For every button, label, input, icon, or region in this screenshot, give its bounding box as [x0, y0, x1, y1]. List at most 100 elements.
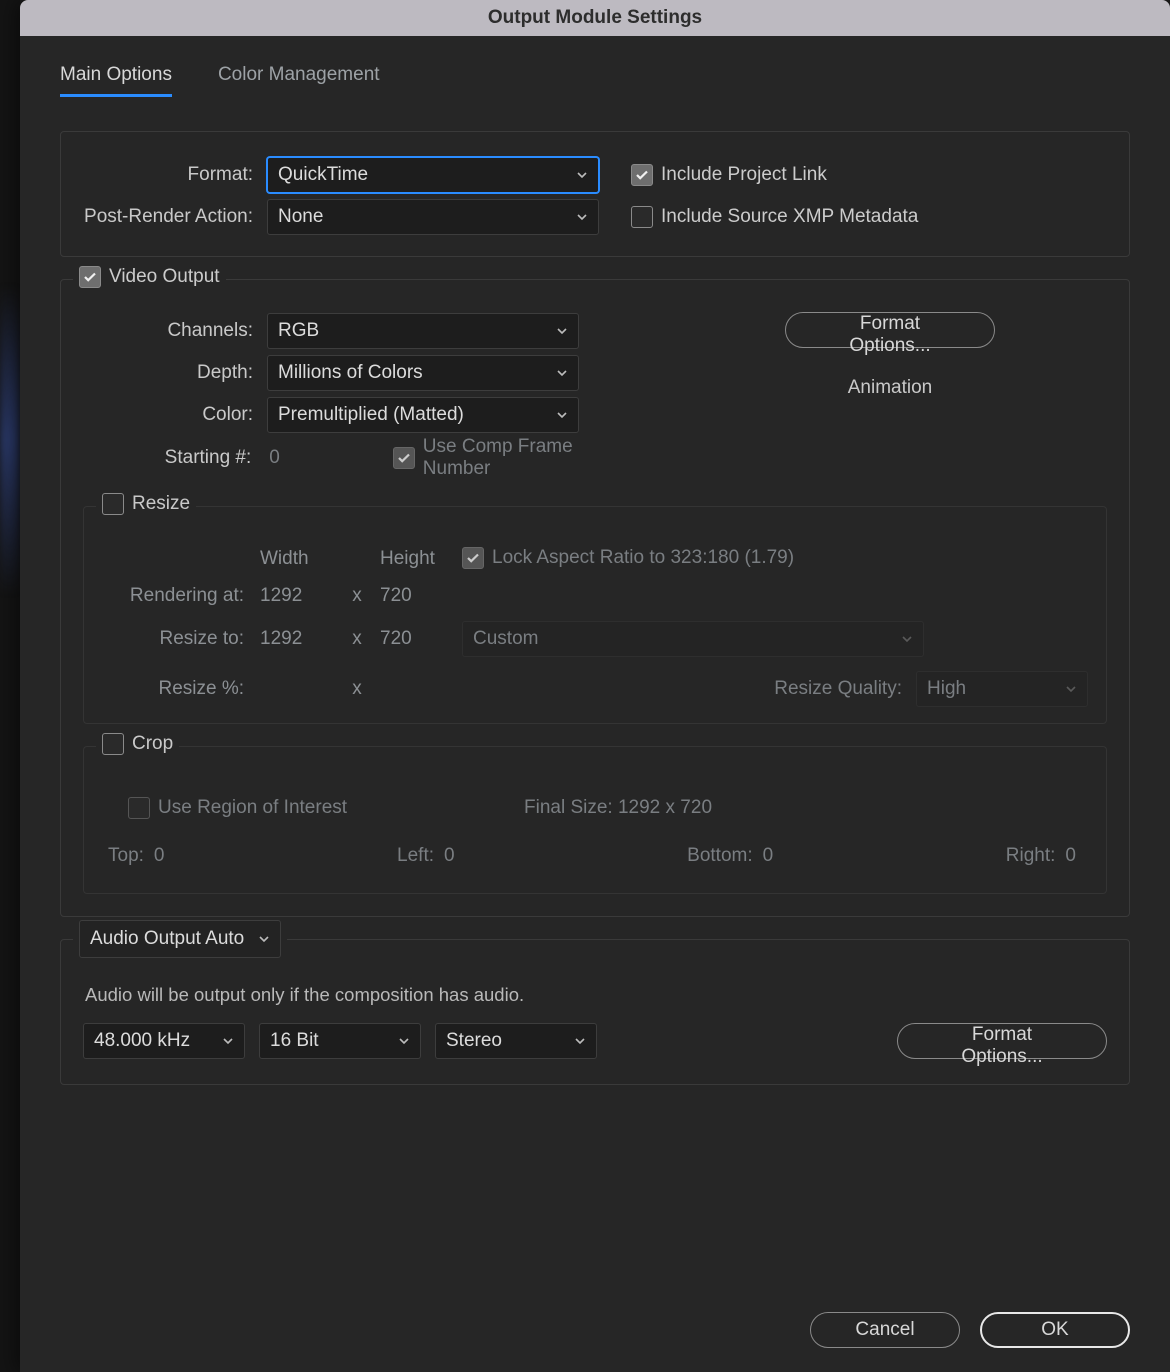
include-project-link-checkbox[interactable]: Include Project Link [631, 164, 827, 186]
crop-legend: Crop [96, 733, 179, 755]
post-render-select[interactable]: None [267, 199, 599, 235]
x-separator: x [342, 628, 372, 650]
chevron-down-icon [576, 211, 588, 223]
audio-bits-select[interactable]: 16 Bit [259, 1023, 421, 1059]
checkbox-off-icon [631, 206, 653, 228]
post-render-label: Post-Render Action: [83, 206, 253, 228]
roi-label: Use Region of Interest [158, 797, 347, 819]
background-strip [0, 0, 20, 1372]
checkbox-off-icon [102, 733, 124, 755]
include-xmp-label: Include Source XMP Metadata [661, 206, 918, 228]
chevron-down-icon [222, 1035, 234, 1047]
depth-select[interactable]: Millions of Colors [267, 355, 579, 391]
checkbox-off-icon [128, 797, 150, 819]
use-comp-frame-checkbox: Use Comp Frame Number [393, 436, 643, 480]
resize-quality-select: High [916, 671, 1088, 707]
channels-label: Channels: [83, 320, 253, 342]
checkbox-off-icon [102, 493, 124, 515]
chevron-down-icon [398, 1035, 410, 1047]
resize-preset-select: Custom [462, 621, 924, 657]
checkbox-on-icon [79, 266, 101, 288]
format-panel: Format: QuickTime Include Project Link P… [60, 131, 1130, 257]
chevron-down-icon [556, 409, 568, 421]
depth-label: Depth: [83, 362, 253, 384]
tab-color-management[interactable]: Color Management [218, 64, 380, 97]
video-output-legend: Video Output [73, 266, 226, 288]
x-separator: x [342, 585, 372, 607]
audio-channels-select[interactable]: Stereo [435, 1023, 597, 1059]
window-title: Output Module Settings [20, 0, 1170, 36]
checkbox-on-icon [631, 164, 653, 186]
video-output-label: Video Output [109, 266, 220, 288]
audio-rate-select[interactable]: 48.000 kHz [83, 1023, 245, 1059]
chevron-down-icon [1065, 683, 1077, 695]
roi-checkbox: Use Region of Interest [128, 797, 347, 819]
cancel-button[interactable]: Cancel [810, 1312, 960, 1348]
chevron-down-icon [556, 325, 568, 337]
format-value: QuickTime [278, 164, 368, 186]
crop-bottom-label: Bottom: [687, 845, 752, 867]
channels-select[interactable]: RGB [267, 313, 579, 349]
resize-pct-label: Resize %: [102, 678, 252, 700]
resize-panel: Resize Width Height Lock Aspect Ratio to… [83, 506, 1107, 724]
final-size-label: Final Size: 1292 x 720 [524, 797, 712, 819]
format-select[interactable]: QuickTime [267, 157, 599, 193]
color-select[interactable]: Premultiplied (Matted) [267, 397, 579, 433]
resize-label: Resize [132, 493, 190, 515]
height-header: Height [372, 548, 462, 570]
color-value: Premultiplied (Matted) [278, 404, 464, 426]
crop-top-value: 0 [154, 845, 165, 867]
lock-aspect-checkbox: Lock Aspect Ratio to 323:180 (1.79) [462, 547, 794, 569]
crop-left-label: Left: [397, 845, 434, 867]
starting-number-label: Starting #: [83, 447, 251, 469]
audio-channels-value: Stereo [446, 1030, 502, 1052]
video-output-checkbox[interactable]: Video Output [79, 266, 220, 288]
checkbox-on-icon [393, 447, 415, 469]
audio-format-options-button[interactable]: Format Options... [897, 1023, 1107, 1059]
crop-checkbox[interactable]: Crop [102, 733, 173, 755]
chevron-down-icon [574, 1035, 586, 1047]
post-render-value: None [278, 206, 323, 228]
audio-output-mode-select[interactable]: Audio Output Auto [79, 920, 281, 958]
dialog-footer: Cancel OK [810, 1312, 1130, 1348]
crop-left-value: 0 [444, 845, 455, 867]
include-project-link-label: Include Project Link [661, 164, 827, 186]
chevron-down-icon [556, 367, 568, 379]
codec-name: Animation [673, 377, 1107, 399]
crop-panel: Crop Use Region of Interest Final Size: … [83, 746, 1107, 894]
crop-bottom-value: 0 [763, 845, 774, 867]
width-header: Width [252, 548, 342, 570]
checkbox-on-icon [462, 547, 484, 569]
audio-bits-value: 16 Bit [270, 1030, 319, 1052]
resize-legend: Resize [96, 493, 196, 515]
audio-legend: Audio Output Auto [73, 920, 287, 958]
chevron-down-icon [576, 169, 588, 181]
x-separator: x [342, 678, 372, 700]
starting-number-value: 0 [265, 447, 319, 469]
resize-checkbox[interactable]: Resize [102, 493, 190, 515]
rendering-height: 720 [372, 585, 462, 607]
audio-rate-value: 48.000 kHz [94, 1030, 190, 1052]
tabs: Main Options Color Management [60, 64, 1130, 97]
include-xmp-checkbox[interactable]: Include Source XMP Metadata [631, 206, 918, 228]
resize-preset-value: Custom [473, 628, 538, 650]
resize-quality-value: High [927, 678, 966, 700]
chevron-down-icon [901, 633, 913, 645]
audio-note: Audio will be output only if the composi… [85, 984, 1107, 1006]
lock-aspect-label: Lock Aspect Ratio to 323:180 (1.79) [492, 547, 794, 569]
dialog-content: Main Options Color Management Format: Qu… [20, 36, 1170, 1085]
resize-to-label: Resize to: [102, 628, 252, 650]
channels-value: RGB [278, 320, 319, 342]
depth-value: Millions of Colors [278, 362, 423, 384]
tab-main-options[interactable]: Main Options [60, 64, 172, 97]
resize-to-height: 720 [372, 628, 462, 650]
audio-panel: Audio Output Auto Audio will be output o… [60, 939, 1130, 1085]
crop-label: Crop [132, 733, 173, 755]
crop-top-label: Top: [108, 845, 144, 867]
rendering-width: 1292 [252, 585, 342, 607]
format-label: Format: [83, 164, 253, 186]
ok-button[interactable]: OK [980, 1312, 1130, 1348]
video-format-options-button[interactable]: Format Options... [785, 312, 995, 348]
crop-right-label: Right: [1006, 845, 1056, 867]
rendering-at-label: Rendering at: [102, 585, 252, 607]
